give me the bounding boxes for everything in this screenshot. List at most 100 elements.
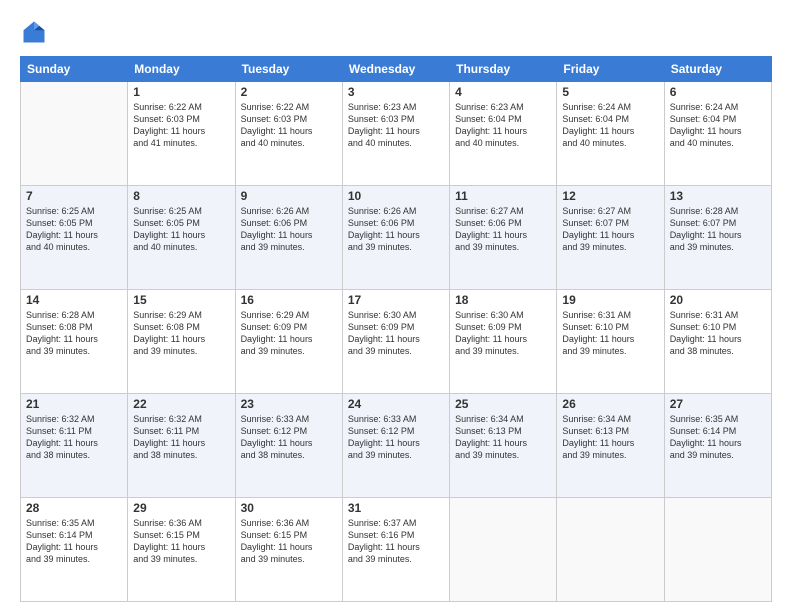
- day-number: 8: [133, 189, 229, 203]
- day-info: Sunrise: 6:30 AM Sunset: 6:09 PM Dayligh…: [348, 309, 444, 358]
- calendar-cell: 2 Sunrise: 6:22 AM Sunset: 6:03 PM Daylig…: [235, 82, 342, 186]
- day-info: Sunrise: 6:29 AM Sunset: 6:08 PM Dayligh…: [133, 309, 229, 358]
- week-row-2: 14 Sunrise: 6:28 AM Sunset: 6:08 PM Dayli…: [21, 290, 772, 394]
- calendar-cell: 4 Sunrise: 6:23 AM Sunset: 6:04 PM Daylig…: [450, 82, 557, 186]
- day-number: 21: [26, 397, 122, 411]
- day-info: Sunrise: 6:32 AM Sunset: 6:11 PM Dayligh…: [26, 413, 122, 462]
- day-number: 31: [348, 501, 444, 515]
- calendar-cell: 1 Sunrise: 6:22 AM Sunset: 6:03 PM Daylig…: [128, 82, 235, 186]
- header-cell-tuesday: Tuesday: [235, 57, 342, 82]
- calendar-cell: 19 Sunrise: 6:31 AM Sunset: 6:10 PM Dayli…: [557, 290, 664, 394]
- day-info: Sunrise: 6:35 AM Sunset: 6:14 PM Dayligh…: [26, 517, 122, 566]
- day-number: 3: [348, 85, 444, 99]
- day-info: Sunrise: 6:31 AM Sunset: 6:10 PM Dayligh…: [562, 309, 658, 358]
- page: SundayMondayTuesdayWednesdayThursdayFrid…: [0, 0, 792, 612]
- header-cell-friday: Friday: [557, 57, 664, 82]
- calendar-cell: 30Sunrise: 6:36 AM Sunset: 6:15 PM Dayli…: [235, 498, 342, 602]
- calendar-cell: 18Sunrise: 6:30 AM Sunset: 6:09 PM Dayli…: [450, 290, 557, 394]
- day-info: Sunrise: 6:34 AM Sunset: 6:13 PM Dayligh…: [562, 413, 658, 462]
- day-number: 29: [133, 501, 229, 515]
- calendar-cell: 29 Sunrise: 6:36 AM Sunset: 6:15 PM Dayli…: [128, 498, 235, 602]
- day-number: 25: [455, 397, 551, 411]
- day-info: Sunrise: 6:28 AM Sunset: 6:08 PM Dayligh…: [26, 309, 122, 358]
- header-cell-thursday: Thursday: [450, 57, 557, 82]
- day-info: Sunrise: 6:27 AM Sunset: 6:06 PM Dayligh…: [455, 205, 551, 254]
- day-info: Sunrise: 6:24 AM Sunset: 6:04 PM Dayligh…: [562, 101, 658, 150]
- header-cell-saturday: Saturday: [664, 57, 771, 82]
- day-info: Sunrise: 6:23 AM Sunset: 6:03 PM Dayligh…: [348, 101, 444, 150]
- calendar-cell: 12 Sunrise: 6:27 AM Sunset: 6:07 PM Dayli…: [557, 186, 664, 290]
- calendar-cell: 10Sunrise: 6:26 AM Sunset: 6:06 PM Dayli…: [342, 186, 449, 290]
- calendar-cell: 16 Sunrise: 6:29 AM Sunset: 6:09 PM Dayli…: [235, 290, 342, 394]
- week-row-1: 7Sunrise: 6:25 AM Sunset: 6:05 PM Daylig…: [21, 186, 772, 290]
- calendar-cell: 28 Sunrise: 6:35 AM Sunset: 6:14 PM Dayli…: [21, 498, 128, 602]
- day-number: 2: [241, 85, 337, 99]
- day-number: 16: [241, 293, 337, 307]
- day-number: 15: [133, 293, 229, 307]
- calendar-cell: 27Sunrise: 6:35 AM Sunset: 6:14 PM Dayli…: [664, 394, 771, 498]
- day-number: 26: [562, 397, 658, 411]
- day-number: 6: [670, 85, 766, 99]
- calendar-cell: 6 Sunrise: 6:24 AM Sunset: 6:04 PM Daylig…: [664, 82, 771, 186]
- day-number: 5: [562, 85, 658, 99]
- day-info: Sunrise: 6:31 AM Sunset: 6:10 PM Dayligh…: [670, 309, 766, 358]
- day-number: 13: [670, 189, 766, 203]
- day-info: Sunrise: 6:29 AM Sunset: 6:09 PM Dayligh…: [241, 309, 337, 358]
- day-number: 30: [241, 501, 337, 515]
- calendar-cell: 23 Sunrise: 6:33 AM Sunset: 6:12 PM Dayli…: [235, 394, 342, 498]
- day-info: Sunrise: 6:26 AM Sunset: 6:06 PM Dayligh…: [348, 205, 444, 254]
- day-number: 17: [348, 293, 444, 307]
- week-row-0: 1 Sunrise: 6:22 AM Sunset: 6:03 PM Daylig…: [21, 82, 772, 186]
- logo: [20, 18, 52, 46]
- day-number: 1: [133, 85, 229, 99]
- calendar-cell: 24Sunrise: 6:33 AM Sunset: 6:12 PM Dayli…: [342, 394, 449, 498]
- day-info: Sunrise: 6:35 AM Sunset: 6:14 PM Dayligh…: [670, 413, 766, 462]
- calendar-cell: [664, 498, 771, 602]
- logo-icon: [20, 18, 48, 46]
- calendar-cell: 26 Sunrise: 6:34 AM Sunset: 6:13 PM Dayli…: [557, 394, 664, 498]
- day-info: Sunrise: 6:28 AM Sunset: 6:07 PM Dayligh…: [670, 205, 766, 254]
- day-info: Sunrise: 6:22 AM Sunset: 6:03 PM Dayligh…: [133, 101, 229, 150]
- header-cell-wednesday: Wednesday: [342, 57, 449, 82]
- calendar-cell: 22Sunrise: 6:32 AM Sunset: 6:11 PM Dayli…: [128, 394, 235, 498]
- calendar-cell: 7Sunrise: 6:25 AM Sunset: 6:05 PM Daylig…: [21, 186, 128, 290]
- day-number: 7: [26, 189, 122, 203]
- calendar-cell: 3 Sunrise: 6:23 AM Sunset: 6:03 PM Daylig…: [342, 82, 449, 186]
- calendar-cell: 31 Sunrise: 6:37 AM Sunset: 6:16 PM Dayli…: [342, 498, 449, 602]
- calendar-cell: 20 Sunrise: 6:31 AM Sunset: 6:10 PM Dayli…: [664, 290, 771, 394]
- calendar-table: SundayMondayTuesdayWednesdayThursdayFrid…: [20, 56, 772, 602]
- day-info: Sunrise: 6:22 AM Sunset: 6:03 PM Dayligh…: [241, 101, 337, 150]
- calendar-cell: 17 Sunrise: 6:30 AM Sunset: 6:09 PM Dayli…: [342, 290, 449, 394]
- day-number: 28: [26, 501, 122, 515]
- header-cell-sunday: Sunday: [21, 57, 128, 82]
- day-number: 4: [455, 85, 551, 99]
- calendar-cell: 5 Sunrise: 6:24 AM Sunset: 6:04 PM Daylig…: [557, 82, 664, 186]
- day-number: 20: [670, 293, 766, 307]
- day-info: Sunrise: 6:34 AM Sunset: 6:13 PM Dayligh…: [455, 413, 551, 462]
- day-number: 19: [562, 293, 658, 307]
- header-cell-monday: Monday: [128, 57, 235, 82]
- day-info: Sunrise: 6:27 AM Sunset: 6:07 PM Dayligh…: [562, 205, 658, 254]
- week-row-4: 28 Sunrise: 6:35 AM Sunset: 6:14 PM Dayli…: [21, 498, 772, 602]
- day-number: 12: [562, 189, 658, 203]
- calendar-cell: [21, 82, 128, 186]
- day-info: Sunrise: 6:32 AM Sunset: 6:11 PM Dayligh…: [133, 413, 229, 462]
- day-info: Sunrise: 6:23 AM Sunset: 6:04 PM Dayligh…: [455, 101, 551, 150]
- day-info: Sunrise: 6:24 AM Sunset: 6:04 PM Dayligh…: [670, 101, 766, 150]
- header: [20, 18, 772, 46]
- day-number: 11: [455, 189, 551, 203]
- day-number: 14: [26, 293, 122, 307]
- day-info: Sunrise: 6:26 AM Sunset: 6:06 PM Dayligh…: [241, 205, 337, 254]
- day-number: 24: [348, 397, 444, 411]
- calendar-cell: 11 Sunrise: 6:27 AM Sunset: 6:06 PM Dayli…: [450, 186, 557, 290]
- day-info: Sunrise: 6:36 AM Sunset: 6:15 PM Dayligh…: [133, 517, 229, 566]
- day-info: Sunrise: 6:33 AM Sunset: 6:12 PM Dayligh…: [241, 413, 337, 462]
- day-number: 23: [241, 397, 337, 411]
- day-info: Sunrise: 6:30 AM Sunset: 6:09 PM Dayligh…: [455, 309, 551, 358]
- header-row: SundayMondayTuesdayWednesdayThursdayFrid…: [21, 57, 772, 82]
- calendar-cell: 9Sunrise: 6:26 AM Sunset: 6:06 PM Daylig…: [235, 186, 342, 290]
- calendar-cell: 15 Sunrise: 6:29 AM Sunset: 6:08 PM Dayli…: [128, 290, 235, 394]
- calendar-cell: [450, 498, 557, 602]
- day-info: Sunrise: 6:37 AM Sunset: 6:16 PM Dayligh…: [348, 517, 444, 566]
- calendar-cell: 13 Sunrise: 6:28 AM Sunset: 6:07 PM Dayli…: [664, 186, 771, 290]
